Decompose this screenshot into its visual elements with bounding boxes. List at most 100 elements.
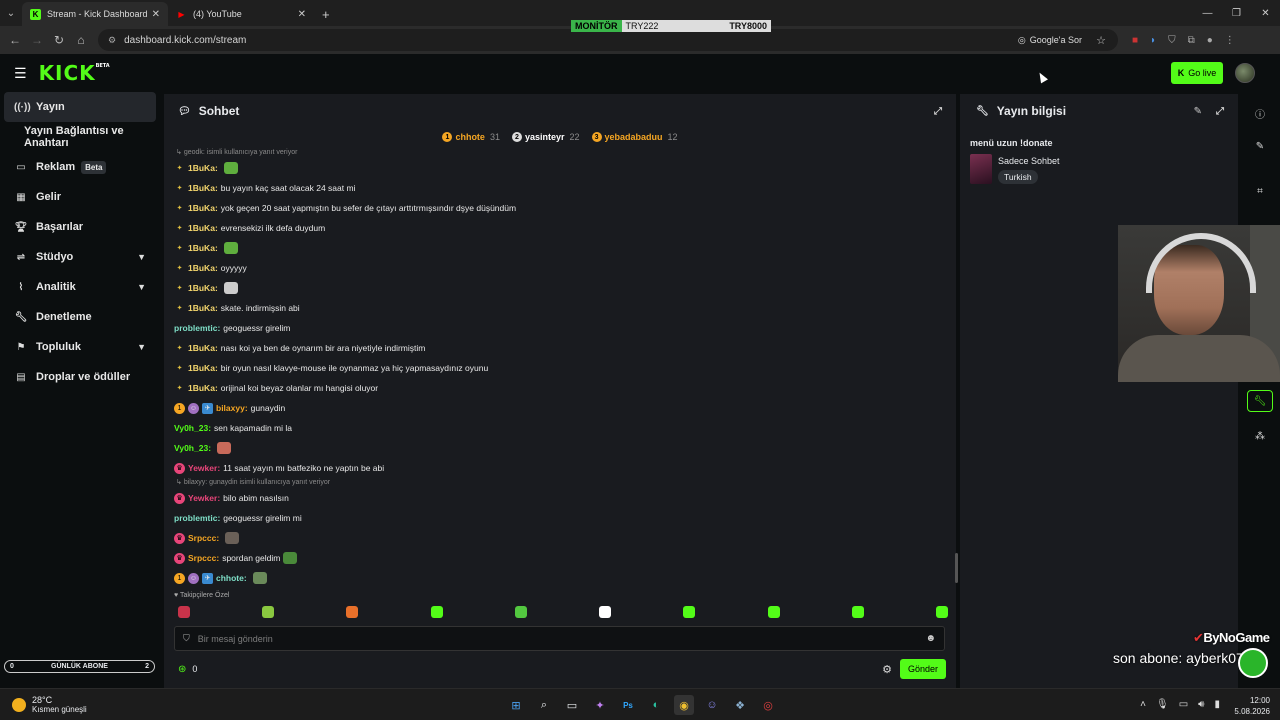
- sidebar-item-studio[interactable]: ⇌ Stüdyo ▼: [0, 242, 162, 272]
- chat-username[interactable]: bilaxyy:: [216, 403, 248, 413]
- emote-icon[interactable]: [851, 606, 864, 618]
- mic-icon[interactable]: 🎙︎: [1156, 699, 1169, 710]
- chat-username[interactable]: Srpccc:: [188, 553, 219, 563]
- shield-icon[interactable]: ⛉: [1168, 35, 1176, 46]
- chat-username[interactable]: Yewker:: [188, 493, 220, 503]
- chat-username[interactable]: 1BuKa:: [188, 163, 218, 173]
- edge-icon[interactable]: ◐: [646, 695, 666, 715]
- clock[interactable]: 12:00 5.08.2026: [1234, 695, 1270, 717]
- group-icon[interactable]: ⁂: [1240, 431, 1280, 442]
- profile-icon[interactable]: ●: [1207, 35, 1213, 46]
- menu-icon[interactable]: ⋮: [1225, 35, 1235, 46]
- chat-username[interactable]: 1BuKa:: [188, 243, 218, 253]
- emoji-icon[interactable]: ☻: [925, 633, 936, 644]
- info-icon[interactable]: ⓘ: [1240, 106, 1280, 121]
- top-gifter[interactable]: 1 chhote 31: [442, 132, 500, 142]
- kick-logo[interactable]: KICK BETA: [39, 61, 110, 85]
- close-tab-icon[interactable]: ✕: [298, 9, 306, 20]
- emote-icon[interactable]: [599, 606, 612, 618]
- address-bar[interactable]: ⚙ dashboard.kick.com/stream ◎ Google'a So…: [98, 29, 1118, 51]
- extension-icon[interactable]: ■: [1132, 35, 1138, 46]
- chat-username[interactable]: 1BuKa:: [188, 183, 218, 193]
- close-tab-icon[interactable]: ✕: [152, 9, 160, 20]
- start-icon[interactable]: ⊞: [506, 695, 526, 715]
- chat-username[interactable]: 1BuKa:: [188, 283, 218, 293]
- maximize-icon[interactable]: ❐: [1222, 0, 1251, 26]
- extension-icon[interactable]: ◗: [1150, 35, 1156, 46]
- back-icon[interactable]: ←: [4, 33, 26, 47]
- photoshop-icon[interactable]: Ps: [618, 695, 638, 715]
- chat-username[interactable]: Vy0h_23:: [174, 443, 211, 453]
- site-info-icon[interactable]: ⚙: [108, 35, 116, 46]
- puzzle-icon[interactable]: ⧉: [1188, 35, 1195, 46]
- emote-icon[interactable]: [683, 606, 696, 618]
- chat-username[interactable]: Srpccc:: [188, 533, 219, 543]
- emote-icon[interactable]: [262, 606, 275, 618]
- copilot-icon[interactable]: ✦: [590, 695, 610, 715]
- sidebar-item-stream[interactable]: ((·)) Yayın: [4, 92, 156, 122]
- sidebar-item-ads[interactable]: ▭ Reklam Beta: [0, 152, 162, 182]
- chat-username[interactable]: Vy0h_23:: [174, 423, 211, 433]
- chat-username[interactable]: problemtic:: [174, 513, 220, 523]
- chat-username[interactable]: chhote:: [216, 573, 247, 583]
- top-gifter[interactable]: 2 yasinteyr 22: [511, 132, 580, 142]
- emote-icon[interactable]: [346, 606, 359, 618]
- obs-icon[interactable]: ◎: [758, 695, 778, 715]
- new-tab-button[interactable]: +: [314, 2, 338, 26]
- bookmark-star-icon[interactable]: ☆: [1096, 34, 1106, 47]
- emote-icon[interactable]: [178, 606, 190, 618]
- emote-icon[interactable]: [430, 606, 443, 618]
- popout-icon[interactable]: ⤢: [1216, 106, 1224, 117]
- tab-kick-dashboard[interactable]: K Stream - Kick Dashboard ✕: [22, 2, 168, 26]
- gear-icon[interactable]: ⚙: [882, 663, 892, 676]
- battery-icon[interactable]: ▮: [1214, 699, 1220, 710]
- chevron-up-icon[interactable]: ˄: [1140, 699, 1146, 710]
- category-name[interactable]: Sadece Sohbet: [998, 156, 1060, 166]
- weather-widget[interactable]: 28°C Kısmen güneşli: [12, 695, 87, 714]
- sidebar-item-community[interactable]: ⚑ Topluluk ▼: [0, 332, 162, 362]
- emote-icon[interactable]: [935, 606, 948, 618]
- close-window-icon[interactable]: ✕: [1251, 0, 1280, 26]
- app-icon[interactable]: ❖: [730, 695, 750, 715]
- pencil-icon[interactable]: ✎: [1240, 141, 1280, 152]
- top-gifter[interactable]: 3 yebadabaduu 12: [591, 132, 678, 142]
- category-thumbnail[interactable]: [970, 154, 992, 184]
- sidebar-item-achievements[interactable]: 🏆︎ Başarılar: [0, 212, 162, 242]
- home-icon[interactable]: ⌂: [70, 33, 92, 47]
- search-icon[interactable]: ⌕: [534, 695, 554, 715]
- crop-icon[interactable]: ⌗: [1240, 186, 1280, 197]
- network-icon[interactable]: ▭: [1179, 699, 1188, 710]
- points-icon[interactable]: ⊛: [178, 664, 186, 675]
- chat-scrollbar[interactable]: [955, 553, 958, 583]
- tab-search-icon[interactable]: ⌄: [0, 0, 22, 26]
- google-ask-button[interactable]: ◎ Google'a Sor: [1018, 35, 1082, 46]
- forward-icon[interactable]: →: [26, 33, 48, 47]
- chrome-icon[interactable]: ◉: [674, 695, 694, 715]
- reload-icon[interactable]: ↻: [48, 33, 70, 47]
- chat-username[interactable]: 1BuKa:: [188, 263, 218, 273]
- discord-icon[interactable]: ☺: [702, 695, 722, 715]
- emote-icon[interactable]: [514, 606, 527, 618]
- chat-username[interactable]: Yewker:: [188, 463, 220, 473]
- volume-icon[interactable]: 🔊︎: [1198, 699, 1204, 710]
- chat-username[interactable]: problemtic:: [174, 323, 220, 333]
- task-view-icon[interactable]: ▭: [562, 695, 582, 715]
- popout-icon[interactable]: ⤢: [934, 106, 942, 117]
- send-button[interactable]: Gönder: [900, 659, 946, 679]
- chat-username[interactable]: 1BuKa:: [188, 363, 218, 373]
- avatar[interactable]: [1235, 63, 1255, 83]
- sidebar-item-moderation[interactable]: 🔧︎ Denetleme: [0, 302, 162, 332]
- sidebar-item-drops[interactable]: ▤ Droplar ve ödüller: [0, 362, 162, 392]
- tab-youtube[interactable]: ▶ (4) YouTube ✕: [168, 2, 314, 26]
- chat-input[interactable]: ⛉ Bir mesaj gönderin ☻: [174, 626, 945, 651]
- minimize-icon[interactable]: —: [1193, 0, 1222, 26]
- emote-icon[interactable]: [767, 606, 780, 618]
- wrench-icon[interactable]: 🔧︎: [1247, 390, 1273, 412]
- hamburger-menu-icon[interactable]: ☰: [14, 65, 27, 82]
- sidebar-item-stream-key[interactable]: Yayın Bağlantısı ve Anahtarı: [0, 122, 162, 152]
- chat-username[interactable]: 1BuKa:: [188, 383, 218, 393]
- sidebar-item-income[interactable]: ▦ Gelir: [0, 182, 162, 212]
- chat-username[interactable]: 1BuKa:: [188, 303, 218, 313]
- chat-username[interactable]: 1BuKa:: [188, 203, 218, 213]
- go-live-button[interactable]: K Go live: [1171, 62, 1223, 84]
